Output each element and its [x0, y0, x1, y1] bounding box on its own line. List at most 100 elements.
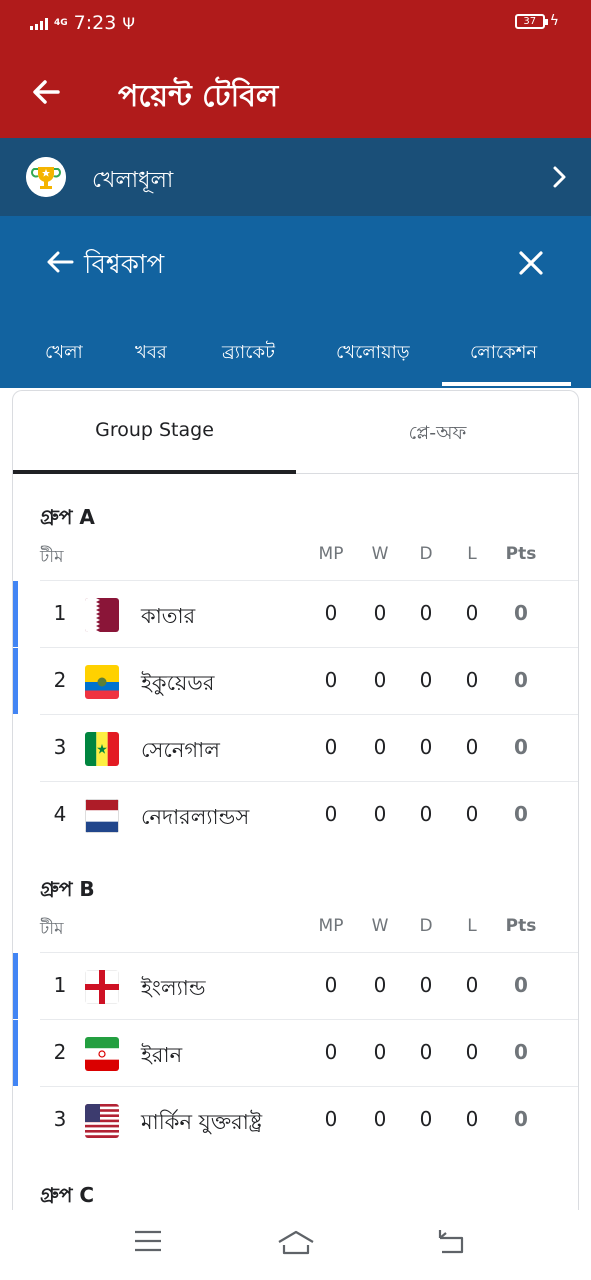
- qualification-marker: [13, 1020, 18, 1086]
- team-d: 0: [419, 802, 433, 826]
- team-w: 0: [373, 1107, 387, 1131]
- ecuador-flag: [85, 665, 119, 699]
- group-title: গ্রুপ B: [40, 877, 95, 901]
- team-mp: 0: [324, 802, 338, 826]
- team-d: 0: [419, 735, 433, 759]
- team-pts: 0: [514, 735, 528, 759]
- senegal-flag: [85, 732, 119, 766]
- team-pts: 0: [514, 1040, 528, 1064]
- sports-row[interactable]: খেলাধূলা: [0, 138, 591, 216]
- column-mp: MP: [318, 916, 344, 936]
- network-type: 4G: [54, 18, 68, 28]
- chevron-right-icon[interactable]: [551, 165, 569, 189]
- worldcup-panel: বিশ্বকাপ খেলা খবর ব্র্যাকেট খেলোয়াড় লো…: [0, 216, 591, 388]
- column-d: D: [419, 544, 433, 564]
- system-nav-bar: [0, 1210, 591, 1280]
- column-w: W: [371, 916, 389, 936]
- iran-flag: [85, 1037, 119, 1071]
- status-bar: 4G 7:23 Ψ 37 ϟ: [0, 0, 591, 48]
- table-row[interactable]: 1 ইংল্যান্ড 0 0 0 0 0: [13, 953, 578, 1020]
- table-row[interactable]: 2 ইরান 0 0 0 0 0: [13, 1020, 578, 1087]
- app-bar: পয়েন্ট টেবিল: [0, 48, 591, 138]
- table-row[interactable]: 1 কাতার 0 0 0 0 0: [13, 581, 578, 648]
- tab-group-stage[interactable]: Group Stage: [13, 419, 296, 441]
- team-mp: 0: [324, 668, 338, 692]
- team-w: 0: [373, 973, 387, 997]
- team-name: কাতার: [141, 604, 196, 628]
- column-team: টীম: [40, 919, 64, 939]
- team-d: 0: [419, 1040, 433, 1064]
- table-row[interactable]: 3 সেনেগাল 0 0 0 0 0: [13, 715, 578, 782]
- team-l: 0: [465, 802, 479, 826]
- column-mp: MP: [318, 544, 344, 564]
- status-time: 7:23: [73, 12, 117, 34]
- tab-matches[interactable]: খেলা: [45, 338, 83, 369]
- team-l: 0: [465, 735, 479, 759]
- team-name: নেদারল্যান্ডস: [141, 805, 250, 829]
- team-position: 2: [53, 1040, 67, 1064]
- team-position: 3: [53, 735, 67, 759]
- usb-icon: Ψ: [122, 13, 135, 33]
- sports-label: খেলাধূলা: [92, 168, 174, 193]
- team-w: 0: [373, 1040, 387, 1064]
- tab-location[interactable]: লোকেশন: [470, 338, 537, 369]
- team-position: 2: [53, 668, 67, 692]
- column-l: L: [467, 544, 477, 564]
- team-w: 0: [373, 601, 387, 625]
- team-name: সেনেগাল: [141, 738, 220, 762]
- tab-players[interactable]: খেলোয়াড়: [336, 338, 410, 369]
- charging-icon: ϟ: [549, 13, 559, 29]
- table-row[interactable]: 2 ইকুয়েডর 0 0 0 0 0: [13, 648, 578, 715]
- page-title: পয়েন্ট টেবিল: [118, 79, 279, 114]
- battery-icon: 37: [514, 13, 548, 29]
- team-mp: 0: [324, 973, 338, 997]
- qualification-marker: [13, 581, 18, 647]
- team-position: 1: [53, 973, 67, 997]
- active-tab-indicator: [442, 382, 571, 386]
- table-row[interactable]: 3 মার্কিন যুক্তরাষ্ট্র 0 0 0 0 0: [13, 1087, 578, 1154]
- home-icon[interactable]: [276, 1228, 316, 1258]
- team-w: 0: [373, 668, 387, 692]
- back-arrow-icon[interactable]: [28, 72, 68, 112]
- team-name: ইকুয়েডর: [141, 671, 215, 695]
- column-l: L: [467, 916, 477, 936]
- menu-icon[interactable]: [133, 1228, 163, 1254]
- team-d: 0: [419, 973, 433, 997]
- tab-bracket[interactable]: ব্র্যাকেট: [222, 338, 275, 369]
- qualification-marker: [13, 648, 18, 714]
- team-pts: 0: [514, 601, 528, 625]
- column-pts: Pts: [505, 916, 537, 936]
- team-d: 0: [419, 1107, 433, 1131]
- team-mp: 0: [324, 1040, 338, 1064]
- team-l: 0: [465, 601, 479, 625]
- close-icon[interactable]: [518, 250, 544, 276]
- back-arrow-icon[interactable]: [44, 246, 76, 278]
- worldcup-title: বিশ্বকাপ: [84, 250, 165, 280]
- table-row[interactable]: 4 নেদারল্যান্ডস 0 0 0 0 0: [13, 782, 578, 849]
- signal-icon: [30, 16, 48, 30]
- team-pts: 0: [514, 973, 528, 997]
- worldcup-tabs: খেলা খবর ব্র্যাকেট খেলোয়াড় লোকেশন: [0, 334, 591, 388]
- team-mp: 0: [324, 1107, 338, 1131]
- team-position: 4: [53, 802, 67, 826]
- team-position: 1: [53, 601, 67, 625]
- team-d: 0: [419, 668, 433, 692]
- back-icon[interactable]: [434, 1228, 466, 1256]
- team-name: ইরান: [141, 1043, 183, 1067]
- column-team: টীম: [40, 547, 64, 567]
- stage-tabs: Group Stage প্লে-অফ: [13, 391, 578, 474]
- team-l: 0: [465, 1040, 479, 1064]
- team-name: মার্কিন যুক্তরাষ্ট্র: [141, 1110, 263, 1134]
- team-mp: 0: [324, 735, 338, 759]
- qatar-flag: [85, 598, 119, 632]
- tab-news[interactable]: খবর: [135, 338, 167, 369]
- team-l: 0: [465, 668, 479, 692]
- team-l: 0: [465, 1107, 479, 1131]
- status-right: 37 ϟ: [514, 13, 559, 29]
- group-title: গ্রুপ A: [40, 505, 95, 529]
- standings-card: Group Stage প্লে-অফ গ্রুপ A টীম MP W D L Pts 1…: [12, 390, 579, 1270]
- team-pts: 0: [514, 802, 528, 826]
- column-w: W: [371, 544, 389, 564]
- tab-playoff[interactable]: প্লে-অফ: [296, 419, 578, 451]
- team-w: 0: [373, 735, 387, 759]
